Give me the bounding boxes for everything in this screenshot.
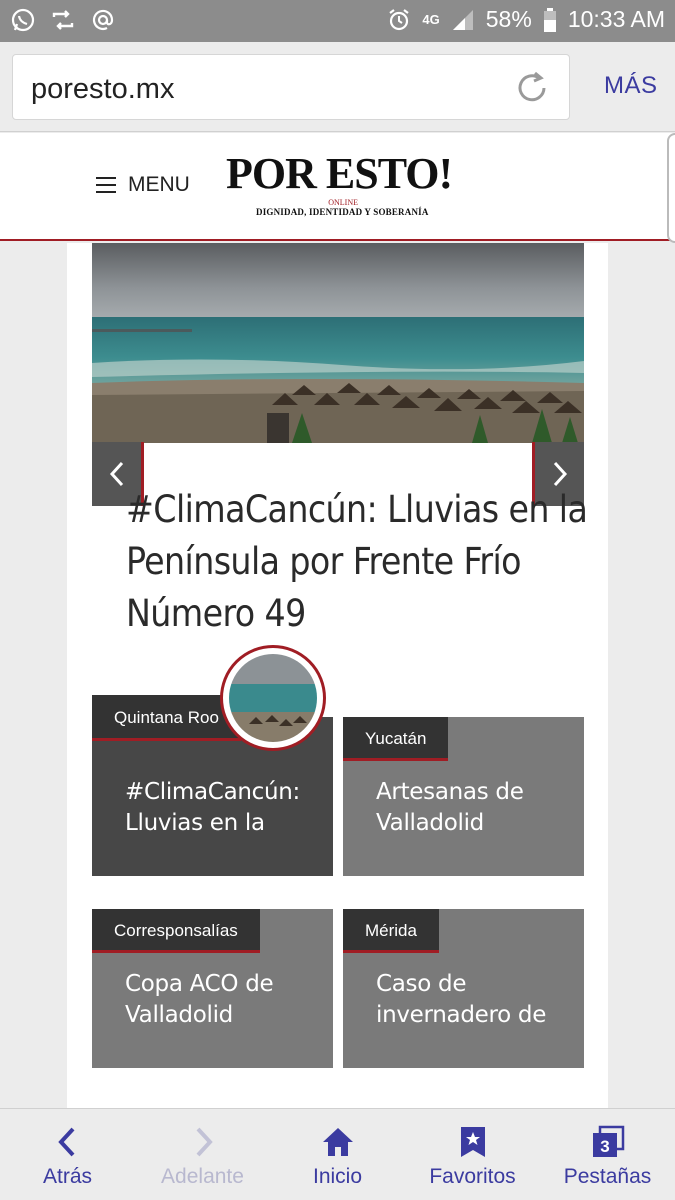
logo-text: POR ESTO! [226, 149, 453, 198]
reload-icon[interactable] [513, 69, 551, 107]
bookmark-star-icon [460, 1127, 485, 1157]
category-tag[interactable]: Quintana Roo [92, 695, 241, 741]
battery-icon [543, 7, 556, 32]
featured-headline[interactable]: #ClimaCancún: Lluvias en la Península po… [126, 484, 616, 640]
category-tag[interactable]: Mérida [343, 909, 439, 953]
site-header: MENU POR ESTO! ONLINE DIGNIDAD, IDENTIDA… [0, 133, 675, 243]
card-thumbnail[interactable] [220, 645, 326, 751]
signal-icon [452, 9, 473, 30]
nav-favorites-label: Favoritos [429, 1165, 516, 1188]
card-title[interactable]: Artesanas de Valladolid [376, 777, 566, 839]
tabs-count: 3 [600, 1137, 609, 1156]
more-menu-button[interactable]: MÁS [604, 72, 658, 100]
retweet-icon [52, 10, 74, 30]
news-card[interactable]: Yucatán Artesanas de Valladolid [343, 717, 584, 876]
side-drawer-handle[interactable] [667, 133, 675, 243]
menu-label: MENU [128, 173, 190, 196]
nav-home-button[interactable]: Inicio [270, 1109, 405, 1200]
chevron-left-icon [109, 461, 123, 487]
home-icon [322, 1128, 353, 1156]
menu-button[interactable]: MENU [96, 173, 190, 197]
nav-tabs-label: Pestañas [563, 1165, 652, 1188]
card-title[interactable]: #ClimaCancún: Lluvias en la [125, 777, 315, 839]
alarm-icon [389, 8, 410, 30]
at-sign-icon [92, 9, 114, 31]
site-logo[interactable]: POR ESTO! ONLINE DIGNIDAD, IDENTIDAD Y S… [226, 149, 454, 217]
nav-forward-button[interactable]: Adelante [135, 1109, 270, 1200]
news-card[interactable]: Mérida Caso de invernadero de [343, 909, 584, 1068]
nav-back-button[interactable]: Atrás [0, 1109, 135, 1200]
hamburger-icon [96, 177, 116, 193]
nav-forward-label: Adelante [161, 1165, 244, 1188]
address-bar[interactable]: poresto.mx [12, 54, 570, 120]
category-tag[interactable]: Corresponsalías [92, 909, 260, 953]
network-type: 4G [422, 12, 440, 27]
nav-favorites-button[interactable]: Favoritos [405, 1109, 540, 1200]
browser-toolbar: poresto.mx MÁS [0, 42, 675, 132]
category-tag[interactable]: Yucatán [343, 717, 449, 761]
card-title[interactable]: Copa ACO de Valladolid [125, 969, 315, 1031]
battery-percent: 58% [485, 6, 532, 32]
status-bar: 4G 58% 10:33 AM [0, 0, 675, 42]
hero-image[interactable] [92, 243, 584, 443]
whatsapp-icon [11, 8, 35, 32]
chevron-right-icon [196, 1127, 213, 1157]
browser-bottom-nav: Atrás Adelante Inicio Favoritos 3 Pestañ… [0, 1108, 675, 1200]
news-card[interactable]: Corresponsalías Copa ACO de Valladolid [92, 909, 333, 1068]
clock: 10:33 AM [567, 6, 665, 32]
url-text[interactable]: poresto.mx [31, 73, 174, 106]
nav-back-label: Atrás [42, 1165, 92, 1188]
card-title[interactable]: Caso de invernadero de [376, 969, 566, 1031]
logo-tagline: DIGNIDAD, IDENTIDAD Y SOBERANÍA [256, 207, 429, 217]
logo-online: ONLINE [328, 198, 358, 207]
nav-home-label: Inicio [312, 1165, 363, 1188]
chevron-left-icon [57, 1127, 74, 1157]
nav-tabs-button[interactable]: 3 Pestañas [540, 1109, 675, 1200]
tabs-icon: 3 [592, 1125, 624, 1157]
